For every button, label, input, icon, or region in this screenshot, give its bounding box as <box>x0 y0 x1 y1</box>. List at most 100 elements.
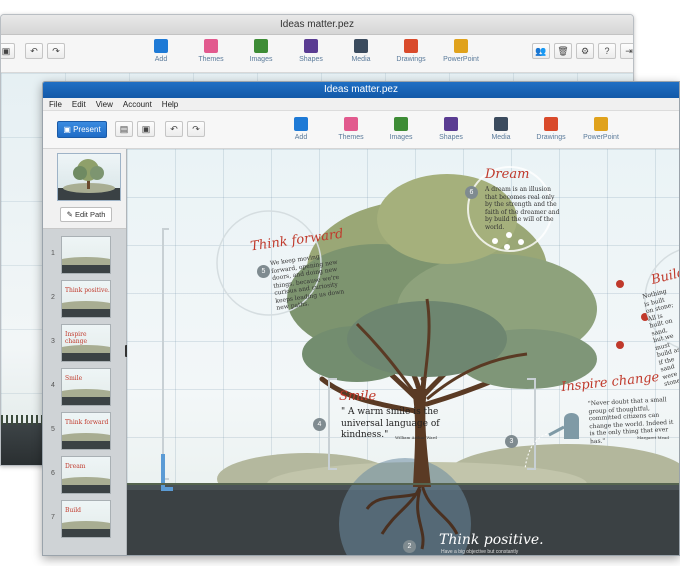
present-label: Present <box>73 125 101 134</box>
insert-drawings-button[interactable]: Drawings <box>391 39 431 63</box>
save-icon[interactable]: ▣ <box>1 43 15 59</box>
insert-add-button[interactable]: Add <box>141 39 181 63</box>
slide-caption: Think forward <box>65 419 109 426</box>
trash-icon[interactable]: 🗑 <box>554 43 572 59</box>
think-positive-text: Have a big objective but constantly <box>441 549 519 555</box>
insert-drawings-button[interactable]: Drawings <box>531 117 571 141</box>
slide-thumbnail[interactable]: Think positive. <box>61 280 111 318</box>
main-toolbar: ▣ Present ▤ ▣ ↶ ↷ Add Themes Images Shapes M… <box>43 111 679 149</box>
drawings-icon <box>404 39 418 53</box>
present-button[interactable]: ▣ Present <box>57 121 107 138</box>
dream-title: Dream <box>485 167 530 182</box>
dream-text: A dream is an illusion that becomes real… <box>485 186 560 231</box>
overview-panel: ✎ Edit Path <box>43 149 126 229</box>
help-icon[interactable]: ? <box>598 43 616 59</box>
think-forward-text: We keep moving forward, opening new door… <box>269 253 345 312</box>
think-positive-title: Think positive. <box>439 532 544 548</box>
back-window-title: Ideas matter.pez <box>1 15 633 35</box>
menu-account[interactable]: Account <box>123 98 152 110</box>
insert-toolbar: Add Themes Images Shapes Media Drawings PowerP… <box>281 117 621 141</box>
smile-author: William Arthur Ward <box>395 435 437 440</box>
insert-images-button[interactable]: Images <box>241 39 281 63</box>
insert-shapes-label: Shapes <box>439 134 463 141</box>
insert-powerpoint-label: PowerPoint <box>583 134 619 141</box>
menu-file[interactable]: File <box>49 98 62 110</box>
insert-powerpoint-label: PowerPoint <box>443 56 479 63</box>
insert-powerpoint-button[interactable]: PowerPoint <box>441 39 481 63</box>
menu-help[interactable]: Help <box>162 98 178 110</box>
slide-caption: Build <box>65 507 81 514</box>
smile-step-number: 4 <box>313 418 326 431</box>
slide-sidebar: ✎ Edit Path 1 2 Think positive. 3 Inspire ch… <box>43 149 127 555</box>
gear-icon[interactable]: ⚙ <box>576 43 594 59</box>
new-document-icon[interactable]: ▤ <box>115 121 133 137</box>
redo-button[interactable]: ↷ <box>187 121 205 137</box>
slide-item[interactable]: 3 Inspire change <box>43 321 127 365</box>
powerpoint-icon <box>594 117 608 131</box>
insert-powerpoint-button[interactable]: PowerPoint <box>581 117 621 141</box>
shapes-icon <box>444 117 458 131</box>
overview-thumbnail[interactable] <box>57 153 121 201</box>
slide-thumbnail[interactable]: Smile <box>61 368 111 406</box>
insert-media-button[interactable]: Media <box>341 39 381 63</box>
slide-number: 5 <box>51 426 55 433</box>
slide-item[interactable]: 5 Think forward <box>43 409 127 453</box>
images-icon <box>254 39 268 53</box>
menu-view[interactable]: View <box>96 98 113 110</box>
slide-thumbnail[interactable] <box>61 236 111 274</box>
media-icon <box>354 39 368 53</box>
slide-thumbnail[interactable]: Think forward <box>61 412 111 450</box>
slide-item[interactable]: 1 <box>43 233 127 277</box>
people-icon[interactable]: 👥 <box>532 43 550 59</box>
powerpoint-icon <box>454 39 468 53</box>
menu-bar: File Edit View Account Help <box>43 98 679 111</box>
images-icon <box>394 117 408 131</box>
shapes-icon <box>304 39 318 53</box>
slide-item[interactable]: 6 Dream <box>43 453 127 497</box>
slide-number: 3 <box>51 338 55 345</box>
insert-shapes-button[interactable]: Shapes <box>291 39 331 63</box>
slide-list: 1 2 Think positive. 3 Inspire change 4 Smile 5 T… <box>43 233 127 541</box>
slide-item[interactable]: 7 Build <box>43 497 127 541</box>
edit-path-button[interactable]: ✎ Edit Path <box>60 207 112 222</box>
presentation-canvas[interactable]: Dream 6 A dream is an illusion that beco… <box>127 149 679 555</box>
insert-media-button[interactable]: Media <box>481 117 521 141</box>
slide-thumbnail[interactable]: Dream <box>61 456 111 494</box>
think-forward-step-number: 5 <box>257 265 270 278</box>
themes-icon <box>344 117 358 131</box>
insert-add-button[interactable]: Add <box>281 117 321 141</box>
slide-caption: Dream <box>65 463 86 470</box>
menu-edit[interactable]: Edit <box>72 98 86 110</box>
slide-caption: Think positive. <box>65 287 110 294</box>
undo-button[interactable]: ↶ <box>25 43 43 59</box>
slide-thumbnail[interactable]: Inspire change <box>61 324 111 362</box>
think-positive-step-number: 2 <box>403 540 416 553</box>
tree-illustration <box>127 166 679 555</box>
redo-button[interactable]: ↷ <box>47 43 65 59</box>
insert-drawings-label: Drawings <box>396 56 426 63</box>
pencil-icon: ✎ <box>66 210 75 219</box>
insert-drawings-label: Drawings <box>536 134 566 141</box>
undo-button[interactable]: ↶ <box>165 121 183 137</box>
slide-item[interactable]: 4 Smile <box>43 365 127 409</box>
slide-item[interactable]: 2 Think positive. <box>43 277 127 321</box>
insert-themes-label: Themes <box>338 134 364 141</box>
themes-icon <box>204 39 218 53</box>
front-window: Ideas matter.pez File Edit View Account … <box>42 81 680 556</box>
insert-themes-button[interactable]: Themes <box>191 39 231 63</box>
drawings-icon <box>544 117 558 131</box>
insert-themes-button[interactable]: Themes <box>331 117 371 141</box>
inspire-change-step-number: 3 <box>505 435 518 448</box>
insert-shapes-button[interactable]: Shapes <box>431 117 471 141</box>
insert-images-button[interactable]: Images <box>381 117 421 141</box>
insert-add-label: Add <box>294 134 308 141</box>
slide-thumbnail[interactable]: Build <box>61 500 111 538</box>
insert-media-label: Media <box>351 56 371 63</box>
slide-number: 7 <box>51 514 55 521</box>
dream-step-number: 6 <box>465 186 478 199</box>
slide-caption: Smile <box>65 375 83 382</box>
back-toolbar: ▣ ↶ ↷ Add Themes Images Shapes Media Drawings… <box>1 35 633 73</box>
save-icon[interactable]: ▣ <box>137 121 155 137</box>
exit-icon[interactable]: ⇥ <box>620 43 633 59</box>
media-icon <box>494 117 508 131</box>
